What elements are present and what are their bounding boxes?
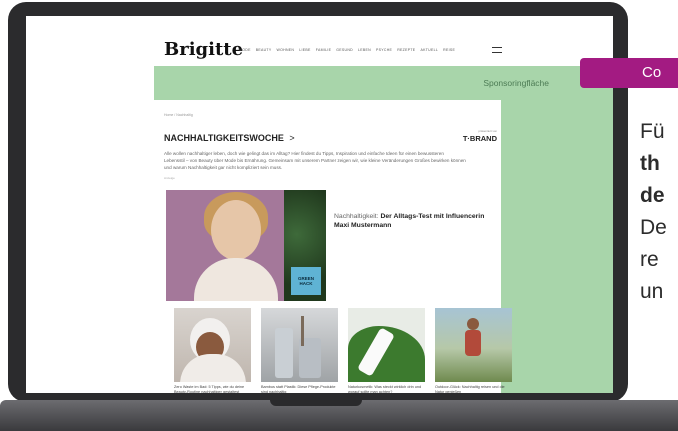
laptop-screen: Brigitte MODE BEAUTY WOHNEN LIEBE FAMILI… (26, 16, 613, 393)
nav-item[interactable]: GESUND (336, 48, 353, 52)
tile-image (261, 308, 338, 382)
hero-figure-face (211, 200, 261, 260)
laptop-frame: Brigitte MODE BEAUTY WOHNEN LIEBE FAMILI… (8, 2, 628, 402)
breadcrumb[interactable]: Home / Nachhaltig (164, 113, 193, 117)
hero-image[interactable]: GREEN HACK (166, 190, 326, 301)
nav-item[interactable]: BEAUTY (256, 48, 272, 52)
partner-brand-logo[interactable]: T·BRAND (463, 134, 497, 143)
intro-line: und warum Nachhaltigkeit gar nicht kompl… (164, 165, 283, 170)
article-tiles: Zero Waste im Bad: 5 Tipps, wie du deine… (174, 308, 512, 393)
nav-item[interactable]: LEBEN (358, 48, 371, 52)
sponsor-banner[interactable]: Sponsoringfläche (154, 66, 613, 100)
section-title-text: NACHHALTIGKEITSWOCHE (164, 133, 284, 143)
section-title[interactable]: NACHHALTIGKEITSWOCHE > (164, 133, 295, 143)
nav-item[interactable]: PSYCHE (376, 48, 392, 52)
article-tile[interactable]: Zero Waste im Bad: 5 Tipps, wie du deine… (174, 308, 251, 393)
side-text-line: De (640, 216, 667, 239)
hero-figure-body (194, 258, 278, 301)
nav-item[interactable]: REZEPTE (397, 48, 415, 52)
laptop-notch (270, 400, 362, 406)
nav-item[interactable]: LIEBE (299, 48, 310, 52)
tile-image (174, 308, 251, 382)
article-tile[interactable]: Outdoor-Glück: Nachhaltig reisen und die… (435, 308, 512, 393)
green-hack-badge: GREEN HACK (291, 267, 321, 295)
hero-kicker: Nachhaltigkeit: (334, 213, 381, 220)
tile-image (348, 308, 425, 382)
intro-text: Alle wollen nachhaltiger leben, doch wie… (164, 150, 486, 171)
presented-by-label: präsentiert von (478, 129, 497, 133)
intro-line: Lebensstil – von Beauty über Mode bis Er… (164, 158, 466, 163)
tile-caption: Bambus statt Plastik: Diese Pflege-Produ… (261, 385, 336, 393)
side-text-line: un (640, 280, 664, 303)
site-logo[interactable]: Brigitte (164, 39, 243, 60)
tile-caption: Zero Waste im Bad: 5 Tipps, wie du deine… (174, 385, 245, 393)
side-text-line: re (640, 248, 659, 271)
nav-item[interactable]: AKTUELL (420, 48, 438, 52)
article-tile[interactable]: Naturkosmetik: Was steckt wirklich drin … (348, 308, 425, 393)
intro-line: Alle wollen nachhaltiger leben, doch wie… (164, 151, 444, 156)
tile-caption: Naturkosmetik: Was steckt wirklich drin … (348, 385, 422, 393)
nav-item[interactable]: FAMILIE (316, 48, 332, 52)
side-text-line: de (640, 184, 665, 207)
hamburger-menu-icon[interactable] (492, 47, 502, 53)
site-header: Brigitte MODE BEAUTY WOHNEN LIEBE FAMILI… (26, 16, 613, 66)
nav-item[interactable]: WOHNEN (277, 48, 295, 52)
hero-caption[interactable]: Nachhaltigkeit: Der Alltags-Test mit Inf… (334, 212, 494, 230)
ad-label: Anzeige (164, 176, 175, 180)
nav-item[interactable]: MODE (239, 48, 251, 52)
chevron-right-icon: > (289, 133, 295, 143)
sponsor-label: Sponsoringfläche (483, 78, 549, 88)
article-tile[interactable]: Bambus statt Plastik: Diese Pflege-Produ… (261, 308, 338, 393)
side-text-line: th (640, 152, 660, 175)
category-tag-text: Co (642, 64, 662, 81)
tile-image (435, 308, 512, 382)
category-tag: Co (580, 58, 678, 88)
article-content: Home / Nachhaltig NACHHALTIGKEITSWOCHE >… (154, 100, 512, 393)
main-nav: MODE BEAUTY WOHNEN LIEBE FAMILIE GESUND … (239, 48, 455, 52)
side-text-line: Fü (640, 120, 665, 143)
tile-caption: Outdoor-Glück: Nachhaltig reisen und die… (435, 385, 505, 393)
nav-item[interactable]: REISE (443, 48, 455, 52)
